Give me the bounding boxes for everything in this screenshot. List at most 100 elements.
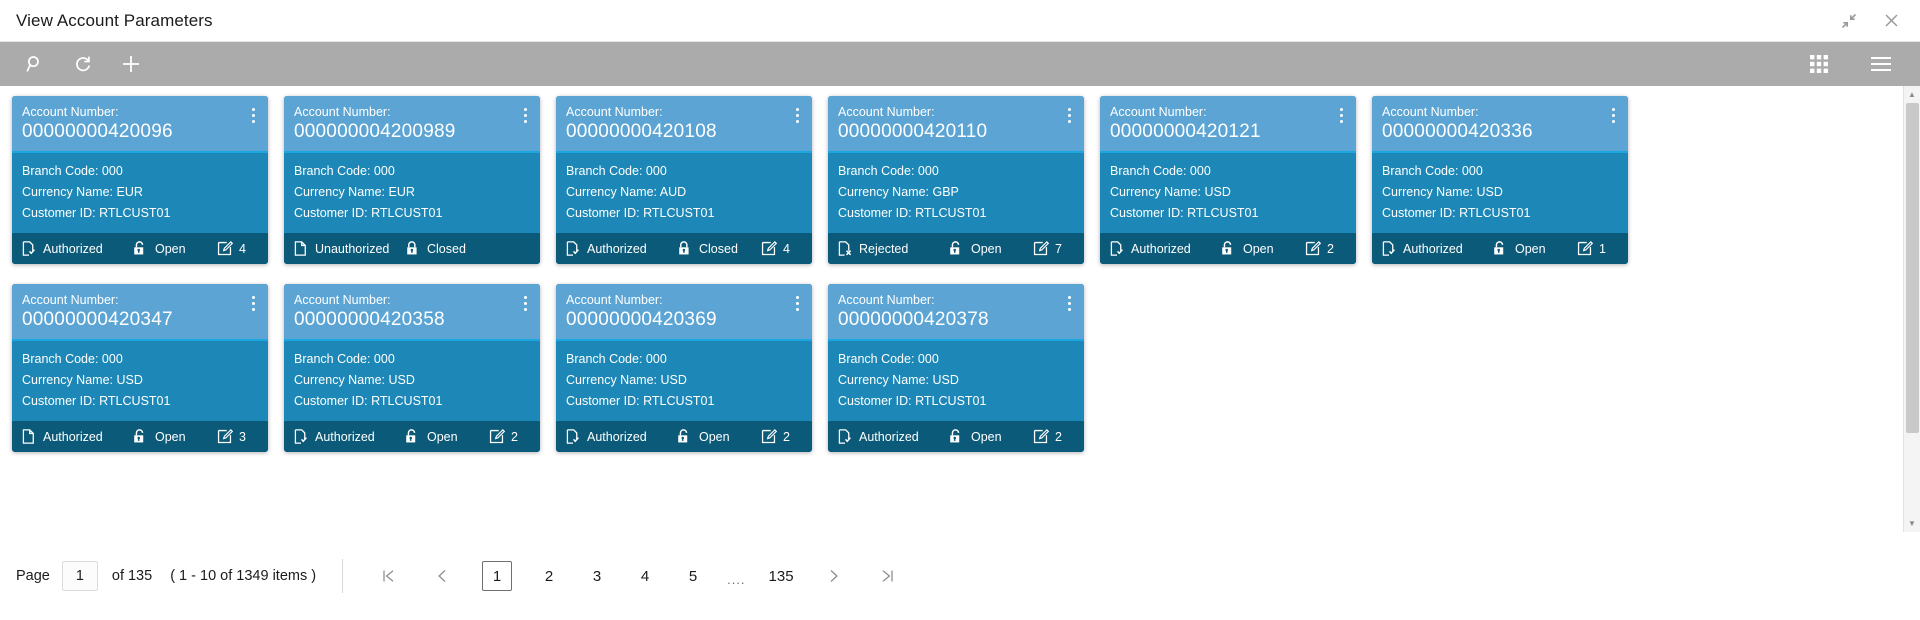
card-header: Account Number: 00000000420110 <box>828 96 1084 153</box>
list-view-icon[interactable] <box>1868 51 1894 77</box>
card-kebab-menu-icon[interactable] <box>1604 104 1622 126</box>
branch-code-label: Branch Code: <box>838 164 915 178</box>
edit-icon <box>1304 240 1321 257</box>
unlock-icon <box>676 428 693 445</box>
card-body: Branch Code: 000 Currency Name: USD Cust… <box>1372 153 1628 233</box>
card-kebab-menu-icon[interactable] <box>1332 104 1350 126</box>
customer-id-label: Customer ID: <box>838 206 912 220</box>
account-card[interactable]: Account Number: 000000004200989 Branch C… <box>284 96 540 264</box>
page-button[interactable]: 3 <box>586 562 608 590</box>
next-page-icon[interactable] <box>820 562 848 590</box>
authorization-status: Rejected <box>836 240 948 257</box>
scroll-down-arrow-icon[interactable]: ▼ <box>1904 515 1920 532</box>
currency-name-row: Currency Name: EUR <box>294 182 530 203</box>
edit-icon <box>760 240 777 257</box>
account-card[interactable]: Account Number: 00000000420347 Branch Co… <box>12 284 268 452</box>
account-number-value: 00000000420336 <box>1382 121 1533 142</box>
customer-id-label: Customer ID: <box>566 394 640 408</box>
card-header: Account Number: 00000000420108 <box>556 96 812 153</box>
vertical-scrollbar[interactable]: ▲ ▼ <box>1903 86 1920 532</box>
window-title-bar: View Account Parameters <box>0 0 1920 42</box>
customer-id-row: Customer ID: RTLCUST01 <box>838 391 1074 412</box>
branch-code-value: 000 <box>917 352 939 366</box>
first-page-icon[interactable] <box>374 562 402 590</box>
record-status: Open <box>948 240 1032 257</box>
card-header: Account Number: 00000000420378 <box>828 284 1084 341</box>
customer-id-row: Customer ID: RTLCUST01 <box>566 391 802 412</box>
scrollbar-track[interactable] <box>1904 103 1920 515</box>
branch-code-row: Branch Code: 000 <box>294 349 530 370</box>
page-button[interactable]: 1 <box>482 561 513 591</box>
search-icon[interactable] <box>22 51 48 77</box>
modification-count: 2 <box>1032 428 1062 445</box>
customer-id-row: Customer ID: RTLCUST01 <box>294 391 530 412</box>
scroll-up-arrow-icon[interactable]: ▲ <box>1904 86 1920 103</box>
modification-count: 2 <box>1304 240 1334 257</box>
branch-code-label: Branch Code: <box>294 352 371 366</box>
account-card[interactable]: Account Number: 00000000420336 Branch Co… <box>1372 96 1628 264</box>
account-card[interactable]: Account Number: 00000000420369 Branch Co… <box>556 284 812 452</box>
branch-code-label: Branch Code: <box>1382 164 1459 178</box>
document-check-icon <box>20 240 37 257</box>
page-button-last[interactable]: 135 <box>769 562 794 590</box>
account-number-value: 00000000420347 <box>22 309 173 330</box>
authorization-status: Authorized <box>292 428 404 445</box>
card-body: Branch Code: 000 Currency Name: USD Cust… <box>12 341 268 421</box>
currency-name-row: Currency Name: AUD <box>566 182 802 203</box>
card-kebab-menu-icon[interactable] <box>788 292 806 314</box>
document-check-icon <box>836 428 853 445</box>
account-number-label: Account Number: <box>838 105 935 119</box>
currency-name-value: USD <box>1204 185 1231 199</box>
tile-view-icon[interactable] <box>1806 51 1832 77</box>
card-footer: Authorized Open 2 <box>1100 233 1356 264</box>
modification-count: 2 <box>760 428 790 445</box>
authorization-status-label: Authorized <box>587 241 647 256</box>
account-card[interactable]: Account Number: 00000000420108 Branch Co… <box>556 96 812 264</box>
card-kebab-menu-icon[interactable] <box>516 104 534 126</box>
account-number-label: Account Number: <box>838 293 935 307</box>
authorization-status: Authorized <box>564 240 676 257</box>
account-card[interactable]: Account Number: 00000000420096 Branch Co… <box>12 96 268 264</box>
customer-id-row: Customer ID: RTLCUST01 <box>22 203 258 224</box>
add-icon[interactable] <box>118 51 144 77</box>
customer-id-row: Customer ID: RTLCUST01 <box>294 203 530 224</box>
customer-id-value: RTLCUST01 <box>371 206 443 220</box>
modification-count-label: 4 <box>239 241 246 256</box>
account-card[interactable]: Account Number: 00000000420378 Branch Co… <box>828 284 1084 452</box>
card-kebab-menu-icon[interactable] <box>788 104 806 126</box>
prev-page-icon[interactable] <box>428 562 456 590</box>
account-card[interactable]: Account Number: 00000000420121 Branch Co… <box>1100 96 1356 264</box>
record-status: Closed <box>676 240 760 257</box>
page-button[interactable]: 4 <box>634 562 656 590</box>
last-page-icon[interactable] <box>874 562 902 590</box>
cards-scroll-viewport: Account Number: 00000000420096 Branch Co… <box>0 86 1903 532</box>
record-status-label: Open <box>1515 241 1546 256</box>
modification-count: 1 <box>1576 240 1606 257</box>
refresh-icon[interactable] <box>70 51 96 77</box>
toolbar-right-actions <box>1806 51 1908 77</box>
edit-icon <box>760 428 777 445</box>
card-kebab-menu-icon[interactable] <box>244 104 262 126</box>
card-kebab-menu-icon[interactable] <box>1060 104 1078 126</box>
edit-icon <box>216 240 233 257</box>
restore-down-icon[interactable] <box>1834 6 1864 36</box>
pagination-ellipsis: .... <box>727 572 746 587</box>
card-footer: Unauthorized Closed <box>284 233 540 264</box>
page-button[interactable]: 2 <box>538 562 560 590</box>
customer-id-label: Customer ID: <box>294 206 368 220</box>
card-kebab-menu-icon[interactable] <box>1060 292 1078 314</box>
branch-code-value: 000 <box>645 164 667 178</box>
card-kebab-menu-icon[interactable] <box>244 292 262 314</box>
card-header: Account Number: 00000000420369 <box>556 284 812 341</box>
record-status-label: Open <box>1243 241 1274 256</box>
close-icon[interactable] <box>1876 6 1906 36</box>
card-kebab-menu-icon[interactable] <box>516 292 534 314</box>
page-number-input[interactable] <box>61 561 98 591</box>
page-button[interactable]: 5 <box>682 562 704 590</box>
modification-count-label: 4 <box>783 241 790 256</box>
account-card[interactable]: Account Number: 00000000420358 Branch Co… <box>284 284 540 452</box>
currency-name-row: Currency Name: GBP <box>838 182 1074 203</box>
currency-name-value: USD <box>388 373 415 387</box>
scrollbar-thumb[interactable] <box>1905 103 1919 433</box>
account-card[interactable]: Account Number: 00000000420110 Branch Co… <box>828 96 1084 264</box>
